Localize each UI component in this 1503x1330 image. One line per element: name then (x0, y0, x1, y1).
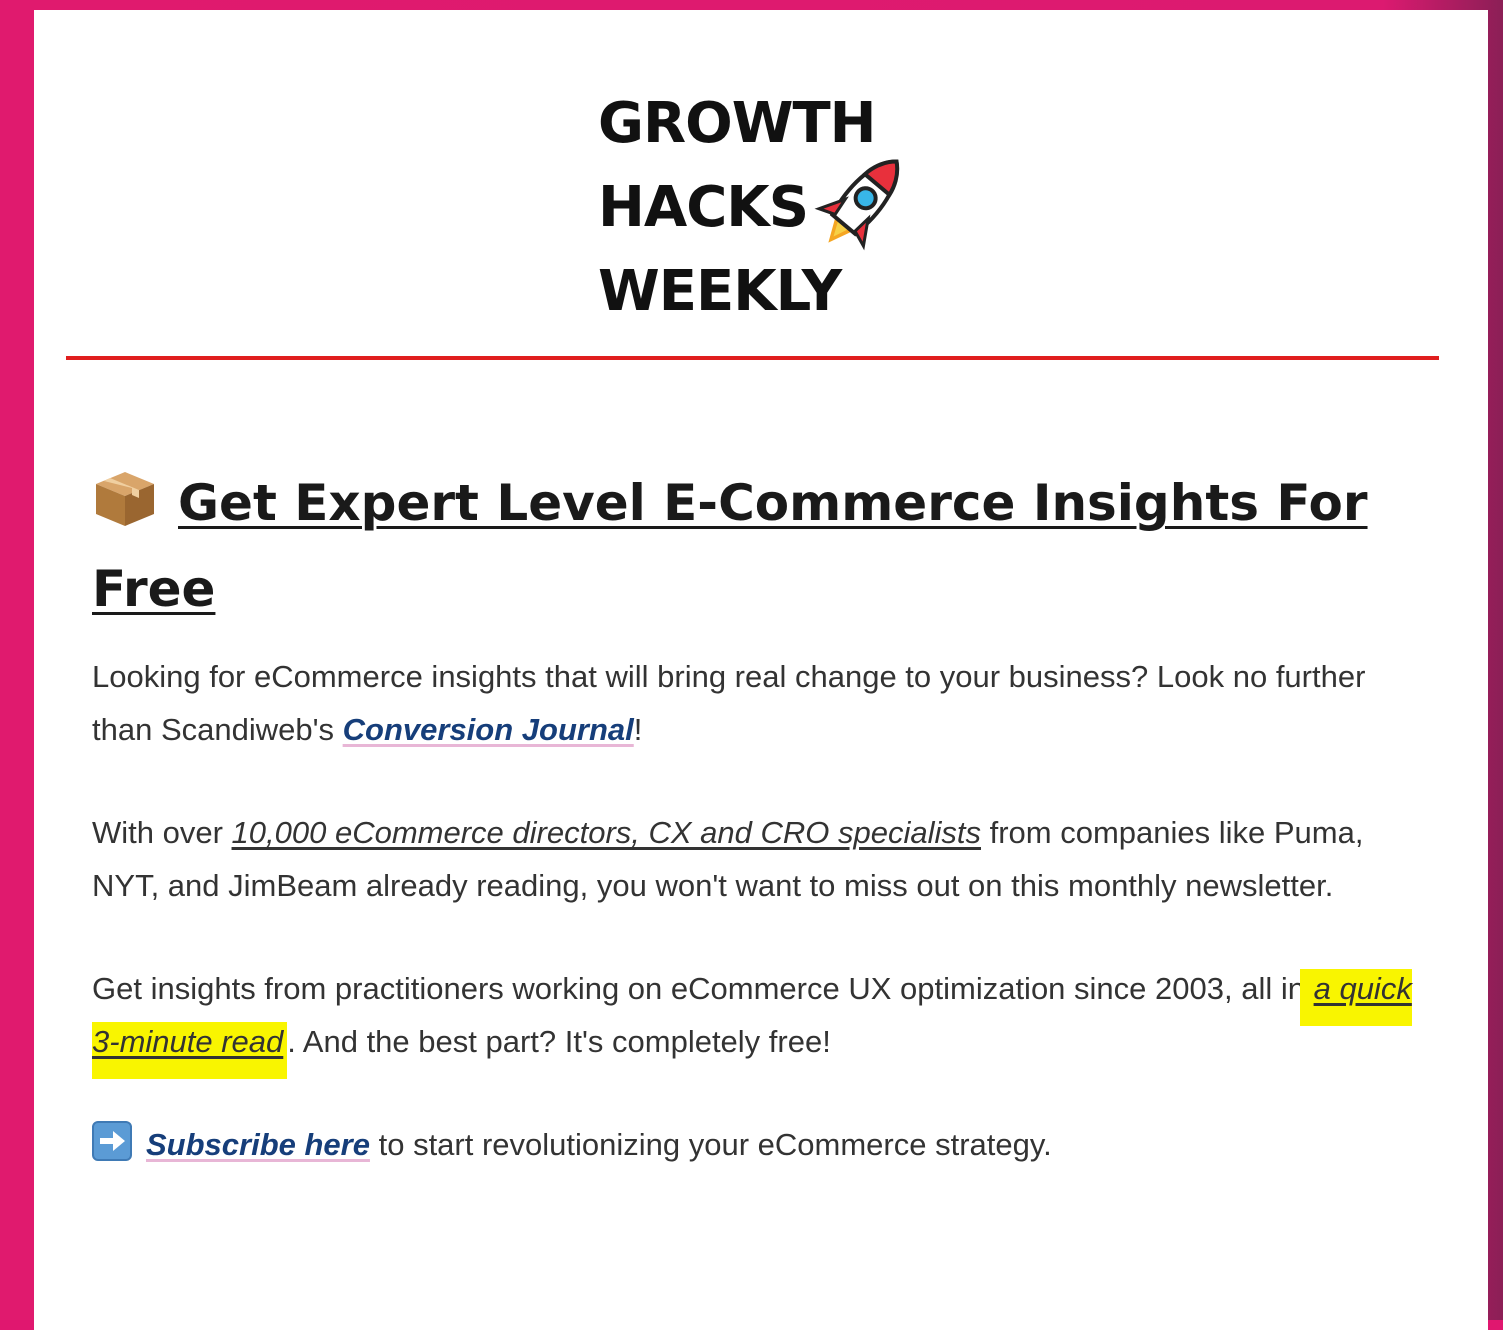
header-divider (66, 356, 1439, 360)
cta-line: Subscribe here to start revolutionizing … (92, 1118, 1412, 1171)
specialists-link[interactable]: 10,000 eCommerce directors, CX and CRO s… (232, 815, 981, 850)
paragraph-insights-start: Get insights from practitioners working … (92, 971, 1314, 1006)
paragraph-insights: Get insights from practitioners working … (92, 962, 1412, 1079)
newsletter-logo: GROWTH HACKS WEEKLY (598, 82, 928, 332)
rocket-icon (814, 159, 900, 251)
paragraph-audience-start: With over (92, 815, 232, 850)
paragraph-intro: Looking for eCommerce insights that will… (92, 650, 1412, 756)
subscribe-link[interactable]: Subscribe here (146, 1127, 370, 1162)
cta-text: to start revolutionizing your eCommerce … (369, 1127, 1052, 1162)
paragraph-intro-end: ! (633, 712, 643, 747)
right-arrow-icon (92, 1121, 132, 1161)
paragraph-insights-end: . And the best part? It's completely fre… (287, 1024, 831, 1059)
paragraph-intro-text: Looking for eCommerce insights that will… (92, 659, 1366, 747)
email-card: GROWTH HACKS WEEKLY Get Expert Level E-C… (34, 10, 1488, 1330)
logo-line-weekly: WEEKLY (598, 259, 842, 324)
paragraph-audience: With over 10,000 eCommerce directors, CX… (92, 806, 1412, 912)
package-icon (96, 472, 154, 526)
headline-link[interactable]: Get Expert Level E-Commerce Insights For… (92, 474, 1368, 618)
headline[interactable]: Get Expert Level E-Commerce Insights For… (92, 460, 1412, 632)
conversion-journal-link[interactable]: Conversion Journal (343, 712, 634, 747)
email-body: Get Expert Level E-Commerce Insights For… (92, 460, 1412, 1221)
